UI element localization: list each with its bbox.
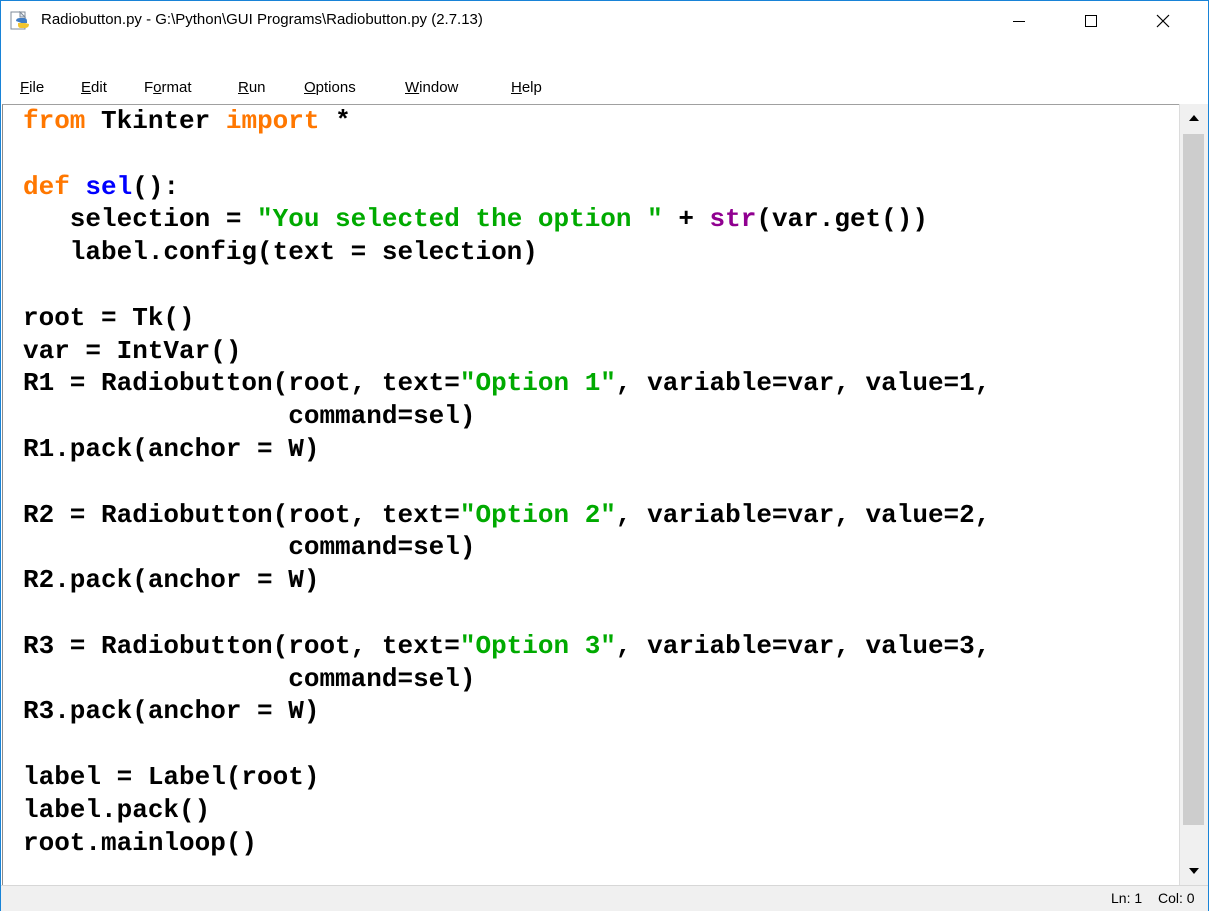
code-line-13: R2 = Radiobutton(root, text="Option 2", … xyxy=(23,500,990,530)
code-text[interactable]: from Tkinter import * def sel(): selecti… xyxy=(23,105,990,859)
menu-format-label: rmat xyxy=(161,79,192,96)
code-line-11: R1.pack(anchor = W) xyxy=(23,433,320,464)
vertical-scrollbar[interactable] xyxy=(1179,104,1208,885)
menu-window-label: indow xyxy=(419,79,459,96)
code-line-23: root.mainloop() xyxy=(23,827,258,858)
menu-window[interactable]: Window xyxy=(405,73,458,103)
maximize-button[interactable] xyxy=(1063,1,1119,41)
menu-window-mnemonic: W xyxy=(405,79,420,96)
code-token: , variable=var, value=1, xyxy=(615,368,991,399)
code-token: (var.get()) xyxy=(756,204,928,235)
scroll-down-button[interactable] xyxy=(1180,857,1208,885)
scrollbar-thumb[interactable] xyxy=(1183,134,1204,825)
column-indicator: Col: 0 xyxy=(1158,890,1195,906)
code-token: + xyxy=(662,204,710,235)
title-bar[interactable]: Radiobutton.py - G:\Python\GUI Programs\… xyxy=(1,1,1208,41)
scroll-up-button[interactable] xyxy=(1180,104,1208,132)
code-line-22: label.pack() xyxy=(23,794,211,825)
menu-format[interactable]: Format xyxy=(144,73,192,103)
code-token: selection = xyxy=(23,204,258,235)
idle-python-file-icon xyxy=(10,10,30,31)
keyword-token: import xyxy=(225,106,320,136)
code-token: R1 = Radiobutton(root, text= xyxy=(23,368,460,399)
code-line-3: def sel(): xyxy=(23,172,179,202)
code-token: * xyxy=(319,106,351,136)
string-token: "Option 2" xyxy=(459,499,616,530)
string-token: "You selected the option " xyxy=(257,204,663,235)
code-line-9: R1 = Radiobutton(root, text="Option 1", … xyxy=(23,368,990,398)
menu-edit-label: dit xyxy=(91,79,107,96)
menu-bar: File Edit Format Run Options Window Help xyxy=(1,73,1208,103)
keyword-token: from xyxy=(23,106,86,136)
code-line-10: command=sel) xyxy=(23,401,476,432)
menu-format-mnemonic: o xyxy=(153,79,162,96)
code-token: , variable=var, value=3, xyxy=(615,630,991,661)
idle-editor-window: Radiobutton.py - G:\Python\GUI Programs\… xyxy=(0,0,1209,911)
code-line-19: R3.pack(anchor = W) xyxy=(23,696,320,727)
code-line-7: root = Tk() xyxy=(23,302,195,333)
menu-file-mnemonic: F xyxy=(20,79,30,96)
line-indicator: Ln: 1 xyxy=(1111,890,1143,906)
arrow-down-icon xyxy=(1189,868,1199,874)
code-token: R2 = Radiobutton(root, text= xyxy=(23,499,460,530)
menu-format-prefix: F xyxy=(144,79,154,96)
code-line-5: label.config(text = selection) xyxy=(23,237,538,268)
menu-edit[interactable]: Edit xyxy=(81,73,107,103)
code-line-18: command=sel) xyxy=(23,663,476,694)
menu-file[interactable]: File xyxy=(20,73,44,103)
menu-run-label: un xyxy=(248,79,266,96)
close-button[interactable] xyxy=(1135,1,1191,41)
code-line-1: from Tkinter import * xyxy=(23,106,351,136)
menu-options-label: ptions xyxy=(315,79,356,96)
code-token: (): xyxy=(132,171,180,202)
function-name-token: sel xyxy=(85,171,133,202)
close-icon xyxy=(1156,14,1170,28)
code-line-14: command=sel) xyxy=(23,532,476,563)
minimize-icon xyxy=(1013,21,1025,22)
code-line-21: label = Label(root) xyxy=(23,761,320,792)
menu-help[interactable]: Help xyxy=(511,73,542,103)
maximize-icon xyxy=(1085,15,1097,27)
string-token: "Option 3" xyxy=(459,630,616,661)
menu-run[interactable]: Run xyxy=(238,73,266,103)
menu-options[interactable]: Options xyxy=(304,73,356,103)
menu-file-label: ile xyxy=(29,79,45,96)
code-line-4: selection = "You selected the option " +… xyxy=(23,204,928,234)
code-editor[interactable]: from Tkinter import * def sel(): selecti… xyxy=(2,104,1179,886)
menu-options-mnemonic: O xyxy=(304,79,316,96)
string-token: "Option 1" xyxy=(459,368,616,399)
code-line-8: var = IntVar() xyxy=(23,335,242,366)
code-line-17: R3 = Radiobutton(root, text="Option 3", … xyxy=(23,631,990,661)
code-token: , variable=var, value=2, xyxy=(615,499,991,530)
status-bar: Ln: 1 Col: 0 xyxy=(1,885,1208,911)
menu-run-mnemonic: R xyxy=(238,79,249,96)
window-title: Radiobutton.py - G:\Python\GUI Programs\… xyxy=(41,11,483,28)
menu-help-label: elp xyxy=(521,79,542,96)
code-token: Tkinter xyxy=(85,106,226,136)
keyword-token: def xyxy=(23,171,70,202)
menu-edit-mnemonic: E xyxy=(81,79,92,96)
minimize-button[interactable] xyxy=(991,1,1047,41)
arrow-up-icon xyxy=(1189,115,1199,121)
builtin-token: str xyxy=(709,204,757,235)
code-token: R3 = Radiobutton(root, text= xyxy=(23,630,460,661)
code-line-15: R2.pack(anchor = W) xyxy=(23,565,320,596)
menu-help-mnemonic: H xyxy=(511,79,522,96)
